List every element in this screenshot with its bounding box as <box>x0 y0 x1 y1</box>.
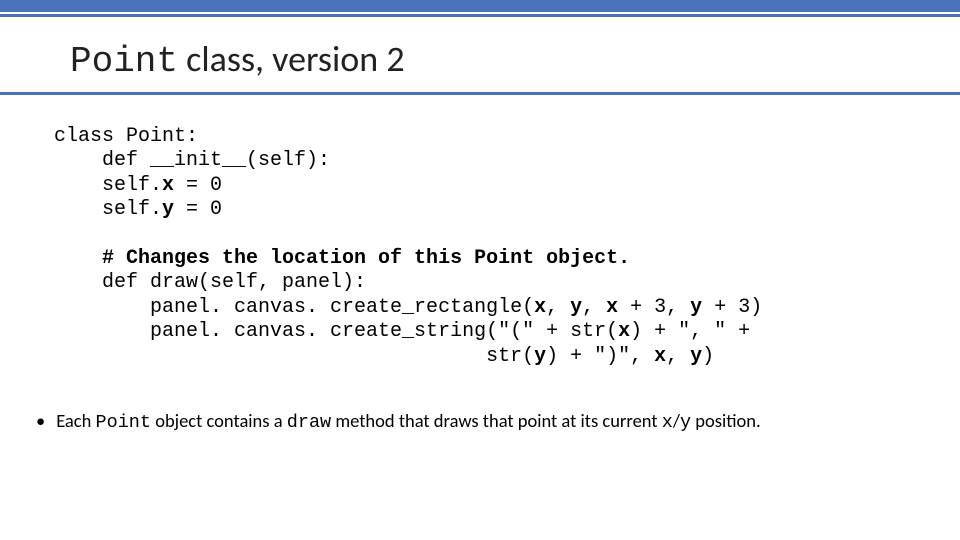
title-mono-part: Point <box>70 41 178 82</box>
code-line-3-pre: self. <box>54 174 162 197</box>
bullet-marker: • <box>36 409 52 432</box>
bullet-p5: position. <box>691 409 761 432</box>
code-line-3-var: x <box>162 174 174 197</box>
bullet-m4: y <box>680 412 691 433</box>
code-line-4-post: = 0 <box>174 198 222 221</box>
code-line-8-pre: panel. canvas. create_rectangle( <box>54 296 534 319</box>
code-line-8-b1: x <box>534 296 546 319</box>
bullet-p4: / <box>673 409 680 432</box>
code-line-8-b4: y <box>690 296 702 319</box>
bullet-p2: object contains a <box>151 409 287 432</box>
bullet-m2: draw <box>287 412 331 433</box>
code-line-9-s1: ) + ", " + <box>630 320 762 343</box>
code-line-10-s2: , <box>666 345 690 368</box>
bullet-line: • Each Point object contains a draw meth… <box>0 369 960 433</box>
bullet-m3: x <box>662 412 673 433</box>
code-line-2: def __init__(self): <box>54 149 330 172</box>
bullet-m1: Point <box>96 412 152 433</box>
code-line-10-s3: ) <box>702 345 714 368</box>
code-line-7: def draw(self, panel): <box>54 271 366 294</box>
bullet-p1: Each <box>56 409 95 432</box>
code-line-9-b1: x <box>618 320 630 343</box>
bullet-p3: method that draws that point at its curr… <box>331 409 662 432</box>
code-line-4-var: y <box>162 198 174 221</box>
code-line-10-b3: y <box>690 345 702 368</box>
title-rest: class, version 2 <box>178 37 405 81</box>
code-block: class Point: def __init__(self): self.x … <box>0 95 960 369</box>
code-line-8-s1: , <box>546 296 570 319</box>
code-line-8-s2: , <box>582 296 606 319</box>
code-line-10-b2: x <box>654 345 666 368</box>
code-line-8-s4: + 3) <box>702 296 762 319</box>
slide-title: Point class, version 2 <box>0 17 960 92</box>
code-comment: # Changes the location of this Point obj… <box>54 247 630 270</box>
code-line-9-pre: panel. canvas. create_string("(" + str( <box>54 320 618 343</box>
code-line-3-post: = 0 <box>174 174 222 197</box>
code-line-8-s3: + 3, <box>618 296 690 319</box>
code-line-4-pre: self. <box>54 198 162 221</box>
top-accent-bar-thick <box>0 0 960 12</box>
code-line-8-b3: x <box>606 296 618 319</box>
code-line-10-s1: ) + ")", <box>546 345 654 368</box>
code-line-10-pre: str( <box>54 345 534 368</box>
code-line-1: class Point: <box>54 125 198 148</box>
code-line-10-b1: y <box>534 345 546 368</box>
code-line-8-b2: y <box>570 296 582 319</box>
